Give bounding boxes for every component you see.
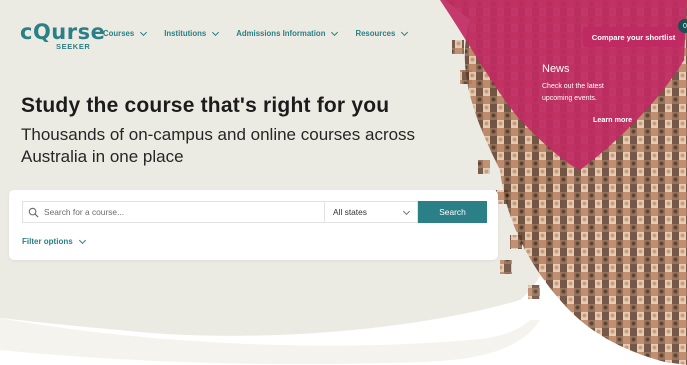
faces-collage-image	[440, 0, 687, 365]
shortlist-count-badge[interactable]: 0	[678, 19, 687, 33]
chevron-down-icon	[78, 236, 86, 244]
coursesseeker-logo[interactable]: cQurse SEEKER	[20, 21, 105, 51]
page: cQurse SEEKER Courses Institutions Admis…	[0, 0, 687, 365]
chevron-down-icon	[140, 28, 148, 36]
chevron-down-icon	[401, 28, 409, 36]
news-heading: News	[542, 63, 570, 75]
logo-subtitle: SEEKER	[56, 42, 91, 51]
news-learn-more-link[interactable]: Learn more	[593, 115, 632, 124]
search-icon	[28, 207, 39, 218]
state-select[interactable]: All states	[324, 201, 418, 223]
search-field[interactable]	[22, 201, 324, 223]
chevron-down-icon	[402, 207, 411, 215]
chevron-down-icon	[212, 28, 220, 36]
nav-courses-label: Courses	[103, 29, 135, 38]
nav-institutions[interactable]: Institutions	[164, 28, 220, 38]
nav-resources[interactable]: Resources	[355, 28, 409, 38]
nav-admissions-information[interactable]: Admissions Information	[236, 28, 339, 38]
news-description: Check out the latest upcoming events.	[542, 83, 604, 102]
search-button[interactable]: Search	[418, 201, 487, 223]
nav-admissions-label: Admissions Information	[236, 29, 326, 38]
chevron-down-icon	[331, 28, 339, 36]
search-input[interactable]	[42, 206, 316, 218]
filter-options-label: Filter options	[22, 237, 73, 246]
logo-wordmark: cQurse	[20, 20, 106, 44]
state-select-value: All states	[333, 207, 367, 217]
compare-shortlist-button[interactable]: Compare your shortlist	[583, 27, 684, 47]
hero-title: Study the course that's right for you	[21, 94, 390, 117]
nav-courses[interactable]: Courses	[103, 28, 148, 38]
filter-options-toggle[interactable]: Filter options	[22, 236, 86, 246]
nav-resources-label: Resources	[355, 29, 396, 38]
main-nav: Courses Institutions Admissions Informat…	[103, 28, 425, 38]
nav-institutions-label: Institutions	[164, 29, 207, 38]
hero-subtitle: Thousands of on-campus and online course…	[21, 125, 416, 166]
